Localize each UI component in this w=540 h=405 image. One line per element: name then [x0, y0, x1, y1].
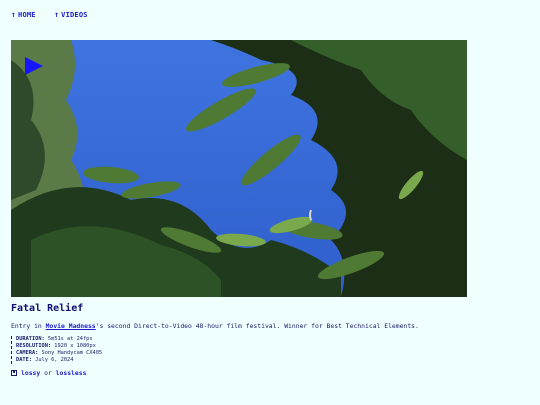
- video-frame: [11, 40, 467, 297]
- top-nav: ↑ HOME ↑ VIDEOS: [11, 10, 102, 19]
- video-player[interactable]: [11, 40, 467, 297]
- meta-date: DATE: July 6, 2024: [16, 357, 102, 364]
- film-description: Entry in Movie Madness's second Direct-t…: [11, 322, 419, 330]
- download-lossy-link[interactable]: lossy: [21, 369, 40, 377]
- meta-label: CAMERA:: [16, 350, 39, 356]
- meta-label: DATE:: [16, 357, 32, 363]
- meta-value: Sony Handycam CX405: [41, 350, 103, 356]
- page-title: Fatal Relief: [11, 303, 84, 314]
- meta-resolution: RESOLUTION: 1920 x 1080px: [16, 343, 102, 350]
- up-arrow-icon: ↑: [11, 10, 17, 19]
- nav-videos-label: VIDEOS: [61, 11, 88, 19]
- nav-home-link[interactable]: ↑ HOME: [11, 10, 36, 19]
- or-text: or: [44, 369, 52, 377]
- download-links: lossy or lossless: [11, 369, 86, 377]
- meta-duration: DURATION: 5m51s at 24fps: [16, 336, 102, 343]
- meta-label: RESOLUTION:: [16, 343, 52, 349]
- nav-videos-link[interactable]: ↑ VIDEOS: [54, 10, 88, 19]
- meta-value: 1920 x 1080px: [54, 343, 96, 349]
- festival-link[interactable]: Movie Madness: [46, 322, 96, 330]
- meta-label: DURATION:: [16, 336, 45, 342]
- download-lossless-link[interactable]: lossless: [56, 369, 87, 377]
- meta-camera: CAMERA: Sony Handycam CX405: [16, 350, 102, 357]
- nav-home-label: HOME: [18, 11, 36, 19]
- video-metadata: DURATION: 5m51s at 24fps RESOLUTION: 192…: [11, 336, 102, 364]
- desc-suffix: 's second Direct-to-Video 48-hour film f…: [95, 322, 419, 330]
- meta-value: 5m51s at 24fps: [47, 336, 93, 342]
- desc-prefix: Entry in: [11, 322, 46, 330]
- up-arrow-icon: ↑: [54, 10, 60, 19]
- floppy-disk-icon: [11, 370, 17, 376]
- meta-value: July 6, 2024: [35, 357, 74, 363]
